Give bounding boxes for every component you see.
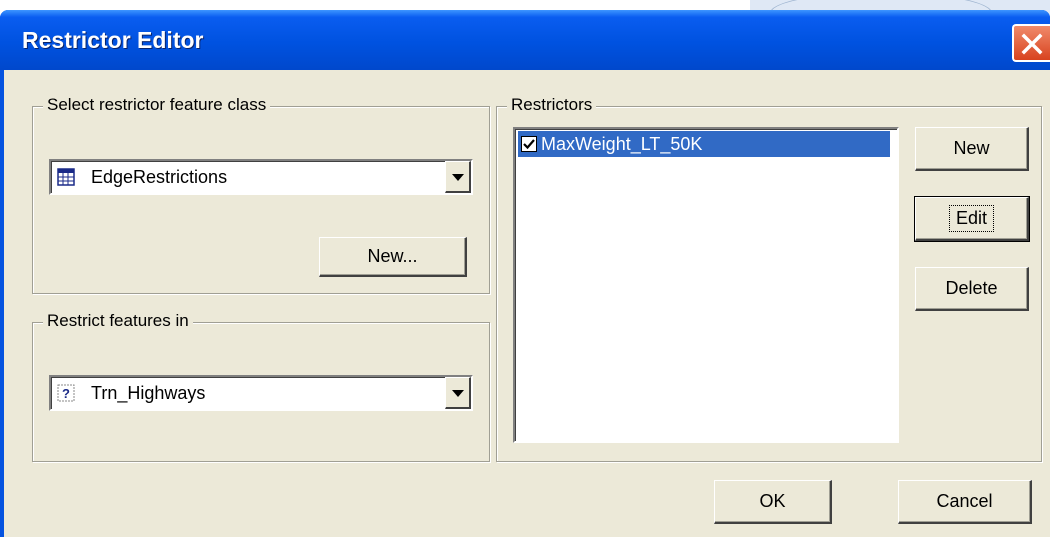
feature-class-group: Select restrictor feature class EdgeRest… xyxy=(32,95,490,294)
restrictor-editor-dialog: Restrictor Editor Select restrictor feat… xyxy=(0,10,1050,537)
svg-text:?: ? xyxy=(62,386,70,401)
feature-class-dropdown-button[interactable] xyxy=(445,161,471,193)
restrictor-label: MaxWeight_LT_50K xyxy=(541,133,703,154)
restrict-features-value: Trn_Highways xyxy=(91,383,206,403)
cancel-button[interactable]: Cancel xyxy=(898,480,1032,524)
list-item[interactable]: MaxWeight_LT_50K xyxy=(518,131,890,157)
edit-restrictor-button[interactable]: Edit xyxy=(914,196,1030,242)
table-icon xyxy=(57,168,75,186)
new-restrictor-button[interactable]: New xyxy=(915,127,1029,171)
feature-class-group-label: Select restrictor feature class xyxy=(43,95,271,115)
restrictors-list[interactable]: MaxWeight_LT_50K xyxy=(513,127,899,443)
dialog-title: Restrictor Editor xyxy=(22,27,204,53)
title-bar[interactable]: Restrictor Editor xyxy=(0,10,1050,70)
ok-button-label: OK xyxy=(759,491,786,511)
delete-restrictor-button[interactable]: Delete xyxy=(915,267,1029,311)
new-feature-class-button[interactable]: New... xyxy=(319,237,467,277)
new-feature-class-button-label: New... xyxy=(367,246,418,266)
ok-button[interactable]: OK xyxy=(714,480,832,524)
delete-restrictor-button-label: Delete xyxy=(945,278,998,298)
restrict-features-dropdown-button[interactable] xyxy=(445,377,471,409)
restrictors-group: Restrictors MaxWeight_LT_50K New Edit De… xyxy=(496,95,1042,462)
edit-restrictor-button-label: Edit xyxy=(948,205,995,232)
feature-class-combo[interactable]: EdgeRestrictions xyxy=(49,159,473,195)
checkmark-icon xyxy=(523,139,535,150)
new-restrictor-button-label: New xyxy=(953,138,990,158)
dialog-client-area: Select restrictor feature class EdgeRest… xyxy=(4,70,1050,537)
unknown-layer-icon: ? xyxy=(57,384,75,402)
restrict-features-group: Restrict features in ? Trn_Highways xyxy=(32,311,490,462)
restrictors-group-label: Restrictors xyxy=(507,95,597,115)
close-button[interactable] xyxy=(1012,24,1050,62)
restrictor-checkbox[interactable] xyxy=(521,136,537,152)
feature-class-value: EdgeRestrictions xyxy=(91,167,228,187)
close-icon xyxy=(1021,33,1043,55)
restrict-features-group-label: Restrict features in xyxy=(43,311,193,331)
restrict-features-combo[interactable]: ? Trn_Highways xyxy=(49,375,473,411)
cancel-button-label: Cancel xyxy=(936,491,993,511)
